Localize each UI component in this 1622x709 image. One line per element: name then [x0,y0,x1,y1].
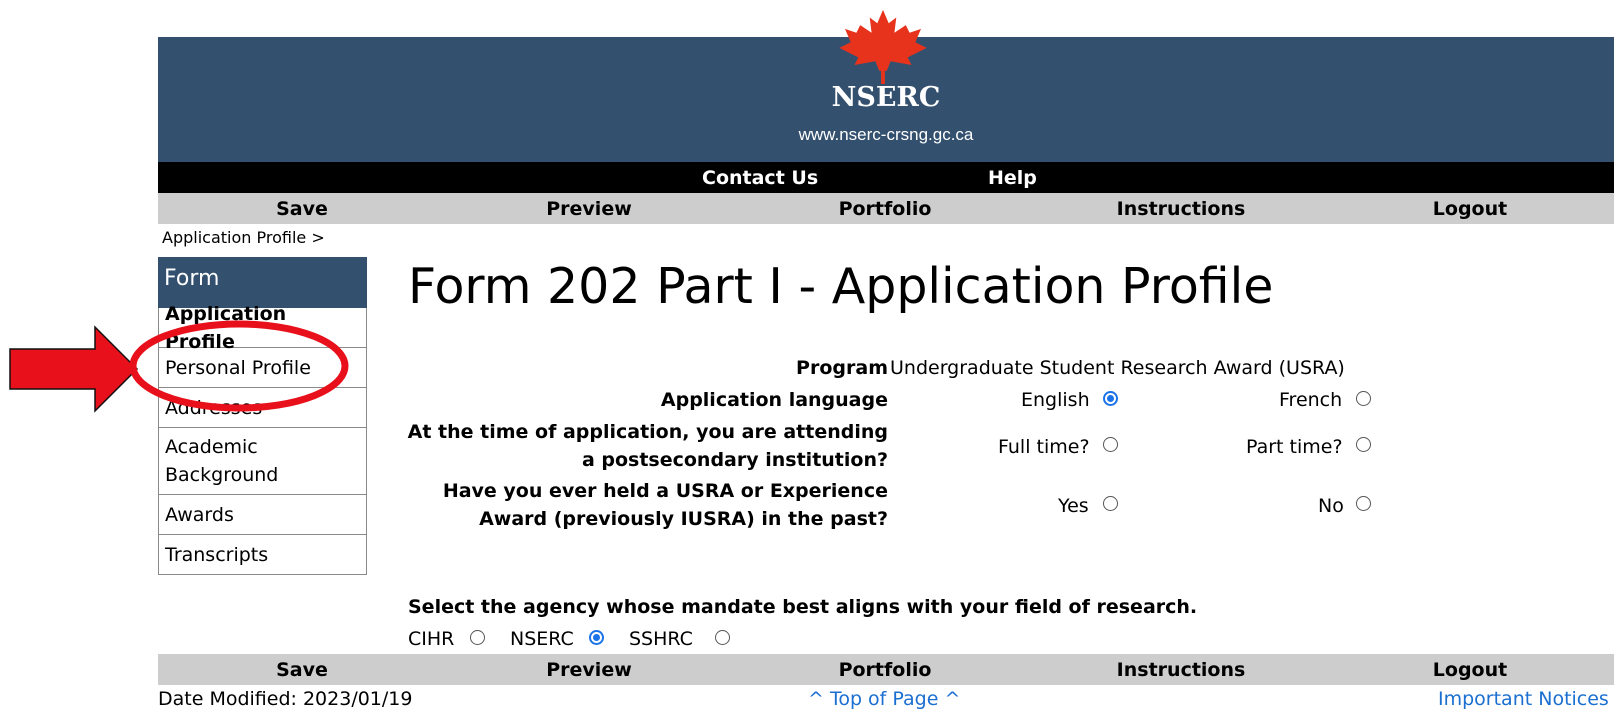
portfolio-button[interactable]: Portfolio [839,198,932,220]
language-english-label: English [1021,389,1090,411]
language-french-radio[interactable] [1356,391,1371,406]
save-button[interactable]: Save [276,198,328,220]
agency-sshrc-radio[interactable] [715,630,730,645]
bottom-nav-bar: Save Preview Portfolio Instructions Logo… [158,654,1614,685]
held-no-radio[interactable] [1356,496,1371,511]
sidebar-item-application-profile[interactable]: Application Profile [158,303,367,353]
language-english-radio[interactable] [1103,391,1118,406]
attendance-label-line2: a postsecondary institution? [581,449,888,471]
full-time-radio[interactable] [1103,437,1118,452]
red-arrow-icon [9,325,139,413]
held-yes-label: Yes [1058,495,1089,517]
attendance-label-line1: At the time of application, you are atte… [407,421,888,443]
utility-bar: Contact Us Help [158,162,1614,193]
sidebar-item-awards[interactable]: Awards [158,495,367,535]
maple-leaf-icon [839,9,927,84]
portfolio-button-bottom[interactable]: Portfolio [839,659,932,681]
important-notices-link[interactable]: Important Notices [1438,688,1609,709]
org-name: NSERC [831,82,941,113]
agency-nserc-radio[interactable] [589,630,604,645]
program-value: Undergraduate Student Research Award (US… [890,357,1345,379]
agency-sshrc-label: SSHRC [629,628,693,650]
full-time-label: Full time? [998,436,1090,458]
part-time-label: Part time? [1246,436,1343,458]
language-label: Application language [660,389,888,411]
program-label: Program [796,357,888,379]
preview-button-bottom[interactable]: Preview [546,659,632,681]
help-link[interactable]: Help [988,167,1037,189]
held-no-label: No [1318,495,1344,517]
date-modified: Date Modified: 2023/01/19 [158,688,413,709]
instructions-button[interactable]: Instructions [1117,198,1246,220]
agency-cihr-label: CIHR [408,628,455,650]
agency-question: Select the agency whose mandate best ali… [408,596,1198,618]
form-sidebar: Form Application Profile Personal Profil… [158,257,367,575]
save-button-bottom[interactable]: Save [276,659,328,681]
sidebar-item-addresses[interactable]: Addresses [158,388,367,428]
sidebar-item-academic-background[interactable]: Academic Background [158,428,367,495]
contact-us-link[interactable]: Contact Us [702,167,818,189]
breadcrumb[interactable]: Application Profile > [162,228,325,247]
page-title: Form 202 Part I - Application Profile [408,258,1274,315]
agency-nserc-label: NSERC [510,628,574,650]
top-of-page-link[interactable]: ^ Top of Page ^ [808,688,960,709]
agency-cihr-radio[interactable] [470,630,485,645]
part-time-radio[interactable] [1356,437,1371,452]
held-award-label-line2: Award (previously IUSRA) in the past? [479,508,888,530]
top-nav-bar: Save Preview Portfolio Instructions Logo… [158,193,1614,224]
org-url[interactable]: www.nserc-crsng.gc.ca [158,125,1614,145]
logout-button-bottom[interactable]: Logout [1433,659,1507,681]
held-award-label-line1: Have you ever held a USRA or Experience [442,480,888,502]
instructions-button-bottom[interactable]: Instructions [1117,659,1246,681]
sidebar-item-transcripts[interactable]: Transcripts [158,535,367,575]
preview-button[interactable]: Preview [546,198,632,220]
logout-button[interactable]: Logout [1433,198,1507,220]
held-yes-radio[interactable] [1103,496,1118,511]
language-french-label: French [1279,389,1343,411]
